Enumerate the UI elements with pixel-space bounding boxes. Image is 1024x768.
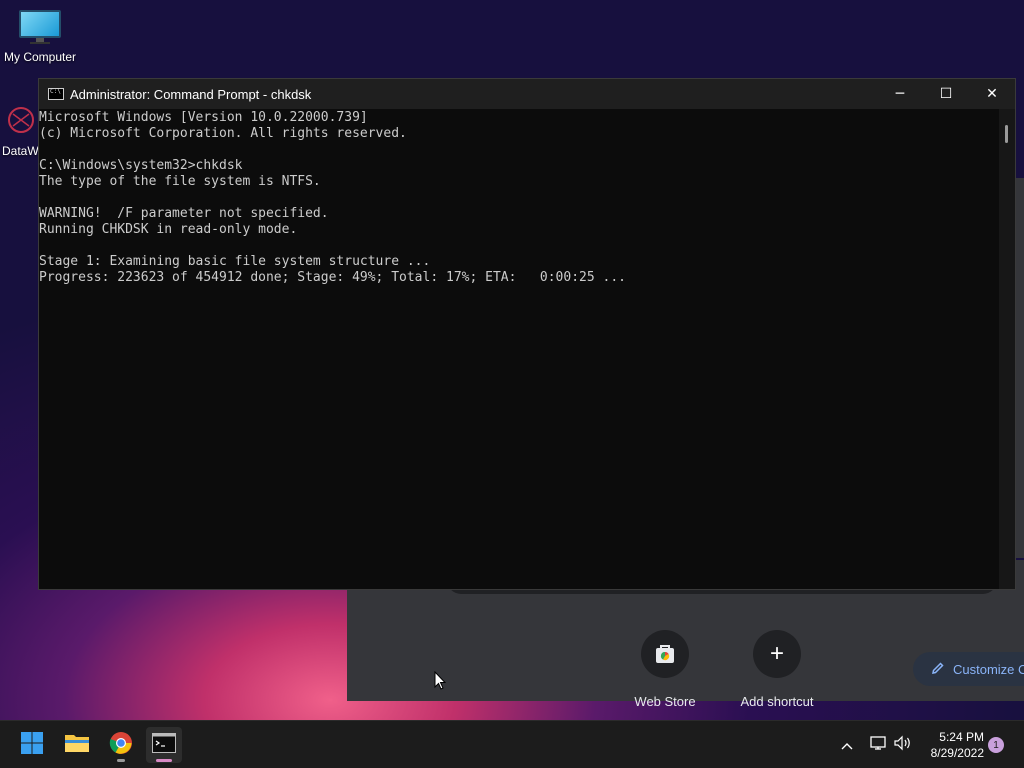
web-store-icon <box>641 630 689 678</box>
command-prompt-window[interactable]: Administrator: Command Prompt - chkdsk ─… <box>38 78 1016 590</box>
network-button[interactable] <box>868 721 888 768</box>
monitor-icon <box>19 10 61 44</box>
close-button[interactable]: ✕ <box>969 79 1015 109</box>
desktop-icon-my-computer[interactable]: My Computer <box>0 10 80 64</box>
console-line: WARNING! /F parameter not specified. <box>39 206 329 221</box>
chevron-up-icon <box>840 736 854 755</box>
plus-icon: + <box>753 630 801 678</box>
console-line: (c) Microsoft Corporation. All rights re… <box>39 126 407 141</box>
desktop-icon-dataw[interactable]: DataW <box>0 104 40 158</box>
desktop-icon-label: My Computer <box>3 50 77 64</box>
terminal-icon <box>152 733 176 757</box>
maximize-button[interactable]: ☐ <box>923 79 969 109</box>
folder-icon <box>64 732 90 758</box>
mouse-cursor-icon <box>434 670 447 695</box>
shortcut-label: Add shortcut <box>740 694 814 709</box>
title-bar[interactable]: Administrator: Command Prompt - chkdsk ─… <box>39 79 1015 109</box>
shortcut-add[interactable]: + Add shortcut <box>732 630 822 709</box>
console-line: Progress: 223623 of 454912 done; Stage: … <box>39 270 626 285</box>
shortcut-label: Web Store <box>634 694 696 709</box>
pencil-icon <box>931 661 945 678</box>
running-indicator <box>117 759 125 762</box>
windows-logo-icon <box>20 731 44 759</box>
taskbar-terminal[interactable] <box>146 727 182 763</box>
chrome-icon <box>109 731 133 759</box>
network-icon <box>868 735 888 755</box>
console-line: C:\Windows\system32>chkdsk <box>39 158 243 173</box>
taskbar: 5:24 PM 8/29/2022 1 <box>0 720 1024 768</box>
notification-badge[interactable]: 1 <box>988 737 1004 753</box>
clock[interactable]: 5:24 PM 8/29/2022 <box>931 729 984 761</box>
shortcut-icon <box>5 104 35 140</box>
customize-label: Customize C <box>953 661 1024 677</box>
speaker-icon <box>893 735 913 755</box>
shortcut-web-store[interactable]: Web Store <box>620 630 710 709</box>
start-button[interactable] <box>14 727 50 763</box>
console-line: Running CHKDSK in read-only mode. <box>39 222 298 237</box>
cmd-icon <box>48 88 64 100</box>
clock-time: 5:24 PM <box>939 730 984 744</box>
scrollbar-thumb[interactable] <box>1005 125 1008 143</box>
volume-button[interactable] <box>893 721 913 768</box>
customize-chrome-button[interactable]: Customize C <box>913 652 1024 686</box>
console-line: The type of the file system is NTFS. <box>39 174 321 189</box>
console-line: Microsoft Windows [Version 10.0.22000.73… <box>39 110 368 125</box>
window-title: Administrator: Command Prompt - chkdsk <box>70 86 312 102</box>
tray-chevron-button[interactable] <box>840 721 854 768</box>
console-output[interactable]: Microsoft Windows [Version 10.0.22000.73… <box>39 109 999 589</box>
clock-date: 8/29/2022 <box>930 746 984 760</box>
minimize-button[interactable]: ─ <box>877 79 923 109</box>
scrollbar[interactable] <box>999 109 1015 589</box>
taskbar-file-explorer[interactable] <box>59 727 95 763</box>
desktop-icon-label: DataW <box>2 144 39 158</box>
active-indicator <box>156 759 172 762</box>
console-line: Stage 1: Examining basic file system str… <box>39 254 431 269</box>
taskbar-chrome[interactable] <box>103 727 139 763</box>
